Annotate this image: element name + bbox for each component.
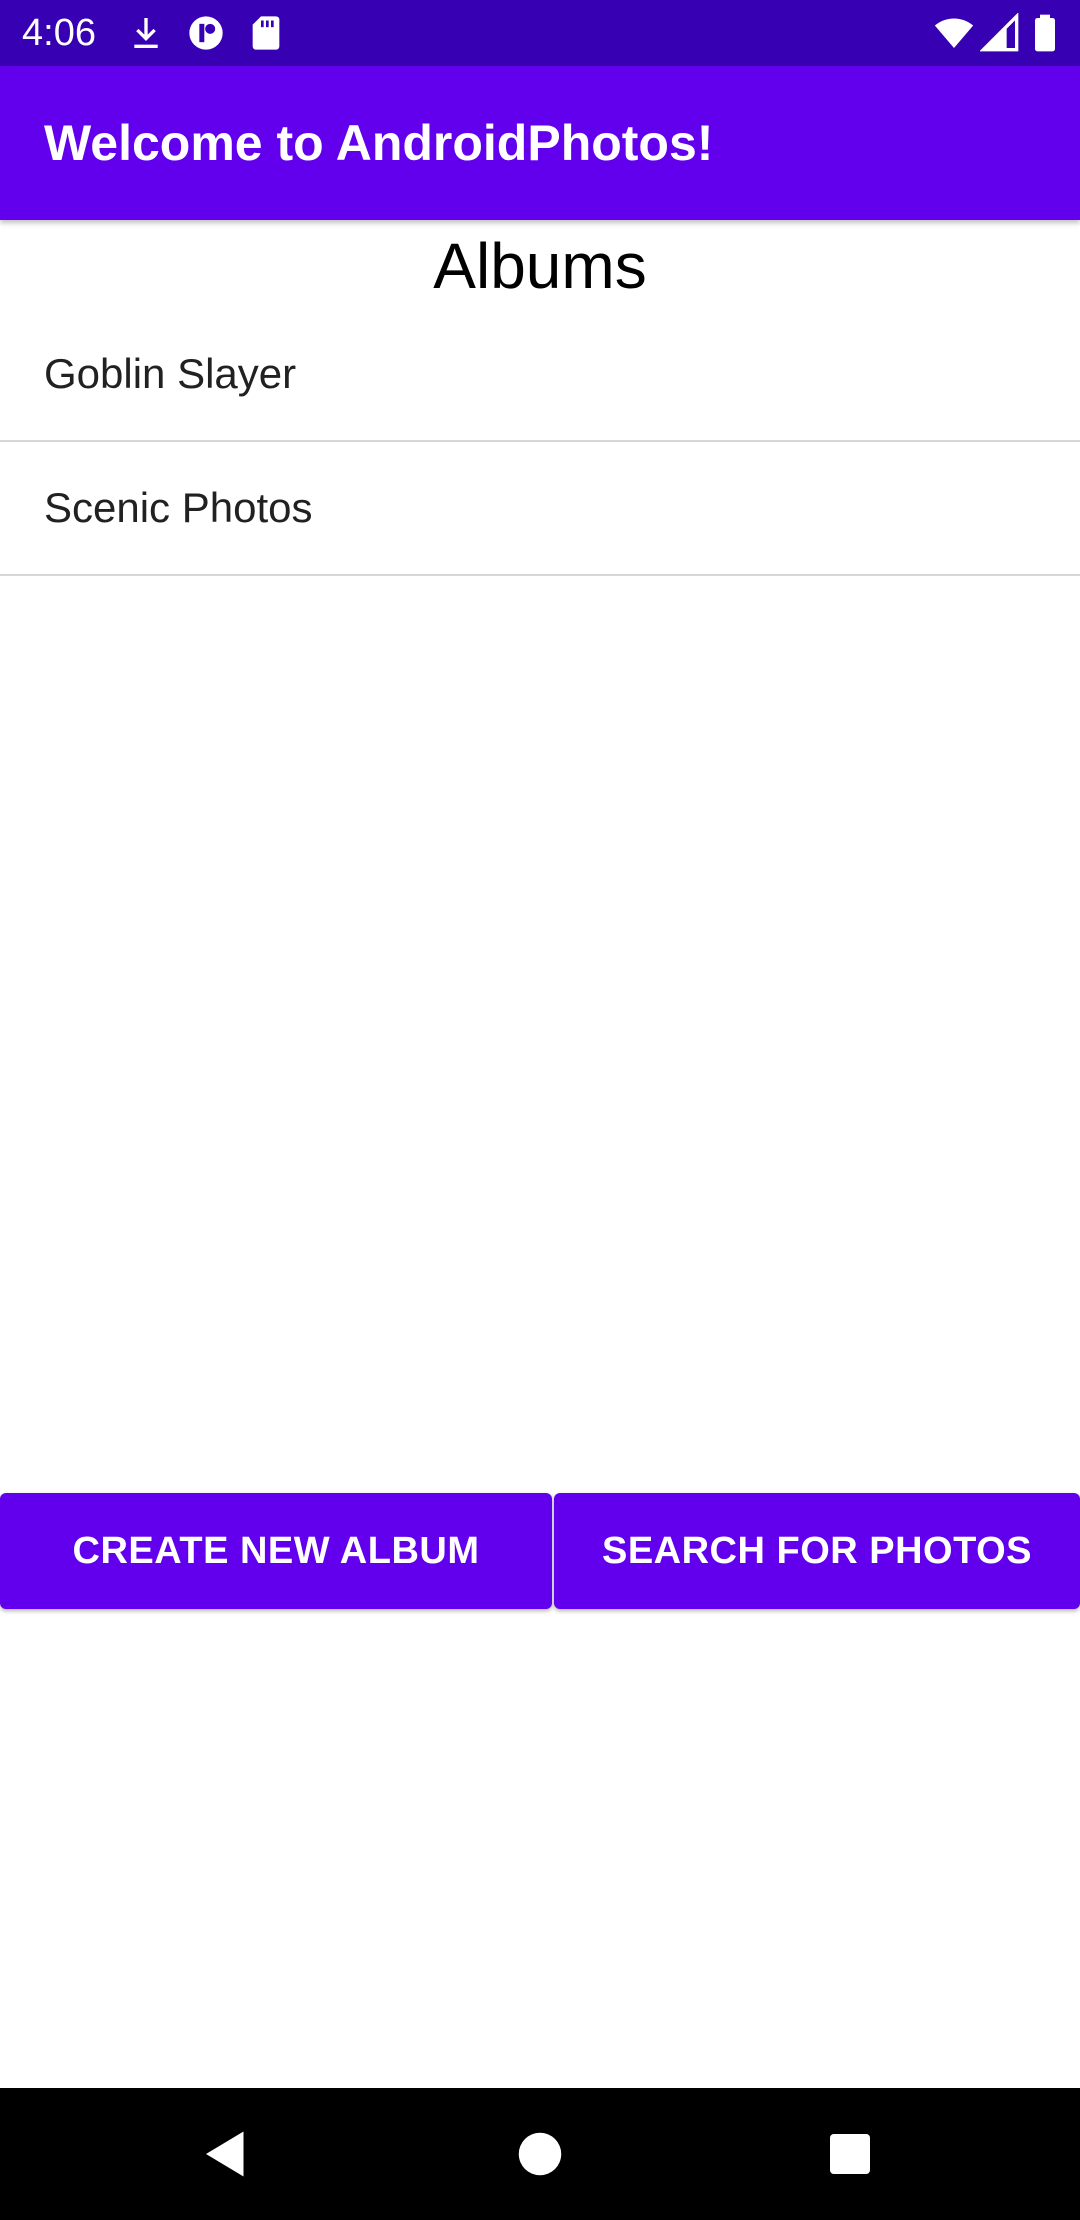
album-list: Goblin Slayer Scenic Photos (0, 308, 1080, 576)
back-icon[interactable] (196, 2124, 256, 2184)
home-icon[interactable] (510, 2124, 570, 2184)
app-bar: Welcome to AndroidPhotos! (0, 66, 1080, 220)
sd-card-icon (246, 13, 286, 53)
album-item-goblin-slayer[interactable]: Goblin Slayer (0, 308, 1080, 442)
download-icon (126, 13, 166, 53)
search-for-photos-button[interactable]: SEARCH FOR PHOTOS (554, 1493, 1080, 1609)
app-notification-icon (186, 13, 226, 53)
create-new-album-button[interactable]: CREATE NEW ALBUM (0, 1493, 552, 1609)
wifi-icon (934, 13, 974, 53)
recents-icon[interactable] (820, 2124, 880, 2184)
album-label: Goblin Slayer (44, 350, 297, 397)
battery-icon (1028, 13, 1062, 53)
album-label: Scenic Photos (44, 484, 313, 531)
albums-heading: Albums (433, 230, 647, 302)
status-time: 4:06 (22, 12, 96, 54)
signal-icon (980, 13, 1020, 53)
screen: 4:06 Welcome to AndroidPhotos! Albums Go… (0, 0, 1080, 2220)
status-bar: 4:06 (0, 0, 1080, 66)
app-title: Welcome to AndroidPhotos! (44, 115, 714, 171)
navigation-bar (0, 2088, 1080, 2220)
album-item-scenic-photos[interactable]: Scenic Photos (0, 442, 1080, 576)
